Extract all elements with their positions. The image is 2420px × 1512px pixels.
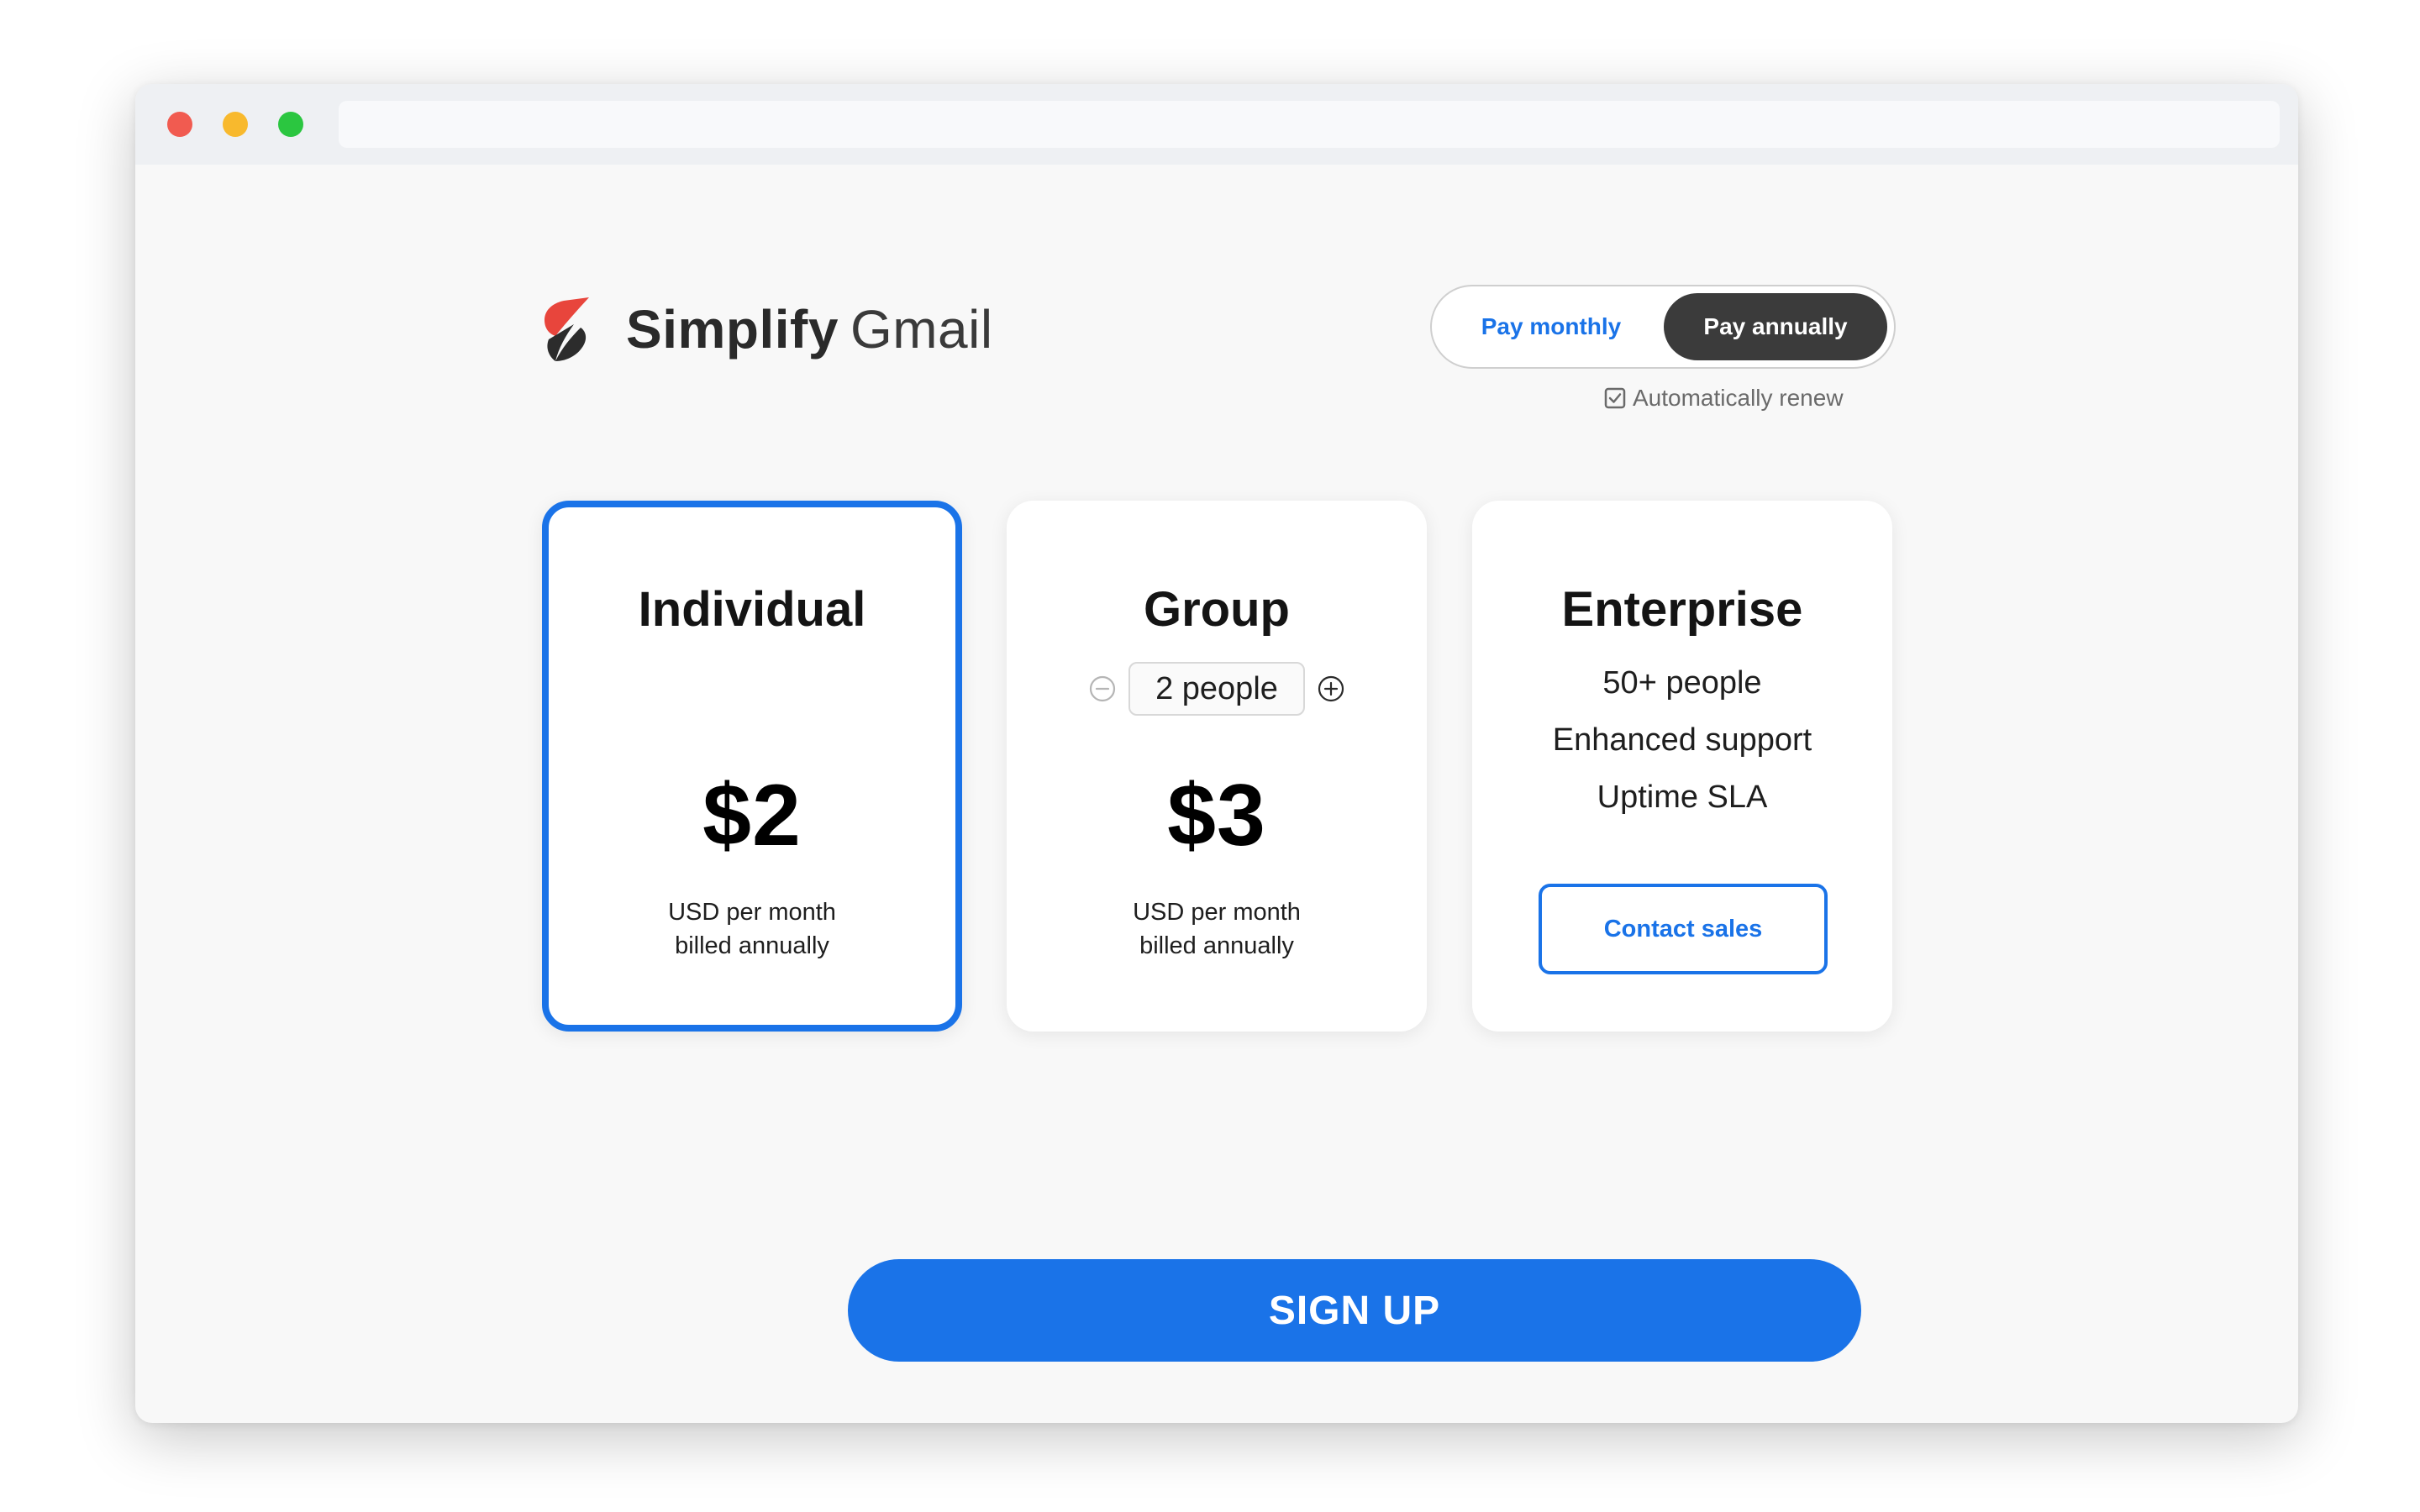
plan-card-group[interactable]: Group 2 people $3 USD per month billed a… bbox=[1007, 501, 1427, 1032]
minus-circle-icon[interactable] bbox=[1088, 675, 1117, 703]
window-titlebar bbox=[135, 84, 2298, 165]
maximize-window-button[interactable] bbox=[278, 112, 303, 137]
simplify-logo-icon bbox=[544, 297, 589, 361]
auto-renew-label: Automatically renew bbox=[1633, 385, 1844, 411]
plan-billing-note: USD per month billed annually bbox=[1007, 895, 1427, 963]
plan-note-line-1: USD per month bbox=[1133, 899, 1301, 926]
brand-name-light: Gmail bbox=[850, 299, 993, 360]
auto-renew-checkbox[interactable]: Automatically renew bbox=[1604, 385, 1844, 412]
billing-period-toggle: Pay monthly Pay annually bbox=[1430, 285, 1896, 369]
plan-note-line-2: billed annually bbox=[1139, 932, 1294, 959]
contact-sales-button[interactable]: Contact sales bbox=[1539, 884, 1828, 974]
address-bar[interactable] bbox=[339, 101, 2280, 148]
minimize-window-button[interactable] bbox=[223, 112, 248, 137]
browser-window: Simplify Gmail Pay monthly Pay annually A… bbox=[135, 84, 2298, 1423]
plan-card-individual[interactable]: Individual $2 USD per month billed annua… bbox=[542, 501, 962, 1032]
brand-name: Simplify Gmail bbox=[626, 298, 993, 360]
plan-price: $3 bbox=[1167, 767, 1266, 864]
plan-billing-note: USD per month billed annually bbox=[549, 895, 955, 963]
plan-name: Group bbox=[1144, 582, 1290, 637]
plan-feature: Uptime SLA bbox=[1597, 780, 1768, 815]
pay-monthly-option[interactable]: Pay monthly bbox=[1439, 293, 1664, 360]
people-count-field[interactable]: 2 people bbox=[1128, 662, 1305, 716]
pay-annually-option[interactable]: Pay annually bbox=[1664, 293, 1887, 360]
people-stepper: 2 people bbox=[1007, 662, 1427, 716]
plus-circle-icon[interactable] bbox=[1317, 675, 1345, 703]
plan-note-line-2: billed annually bbox=[675, 932, 829, 959]
sign-up-button[interactable]: SIGN UP bbox=[848, 1259, 1861, 1362]
close-window-button[interactable] bbox=[167, 112, 192, 137]
plan-name: Individual bbox=[638, 582, 866, 637]
brand-header: Simplify Gmail bbox=[540, 291, 993, 367]
plan-name: Enterprise bbox=[1561, 582, 1803, 637]
checkbox-checked-icon bbox=[1604, 387, 1626, 409]
plan-card-enterprise[interactable]: Enterprise 50+ people Enhanced support U… bbox=[1472, 501, 1892, 1032]
plan-note-line-1: USD per month bbox=[668, 899, 836, 926]
plan-price: $2 bbox=[702, 767, 802, 864]
plan-feature: 50+ people bbox=[1602, 665, 1762, 701]
brand-name-bold: Simplify bbox=[626, 299, 839, 360]
plan-feature: Enhanced support bbox=[1552, 722, 1812, 758]
